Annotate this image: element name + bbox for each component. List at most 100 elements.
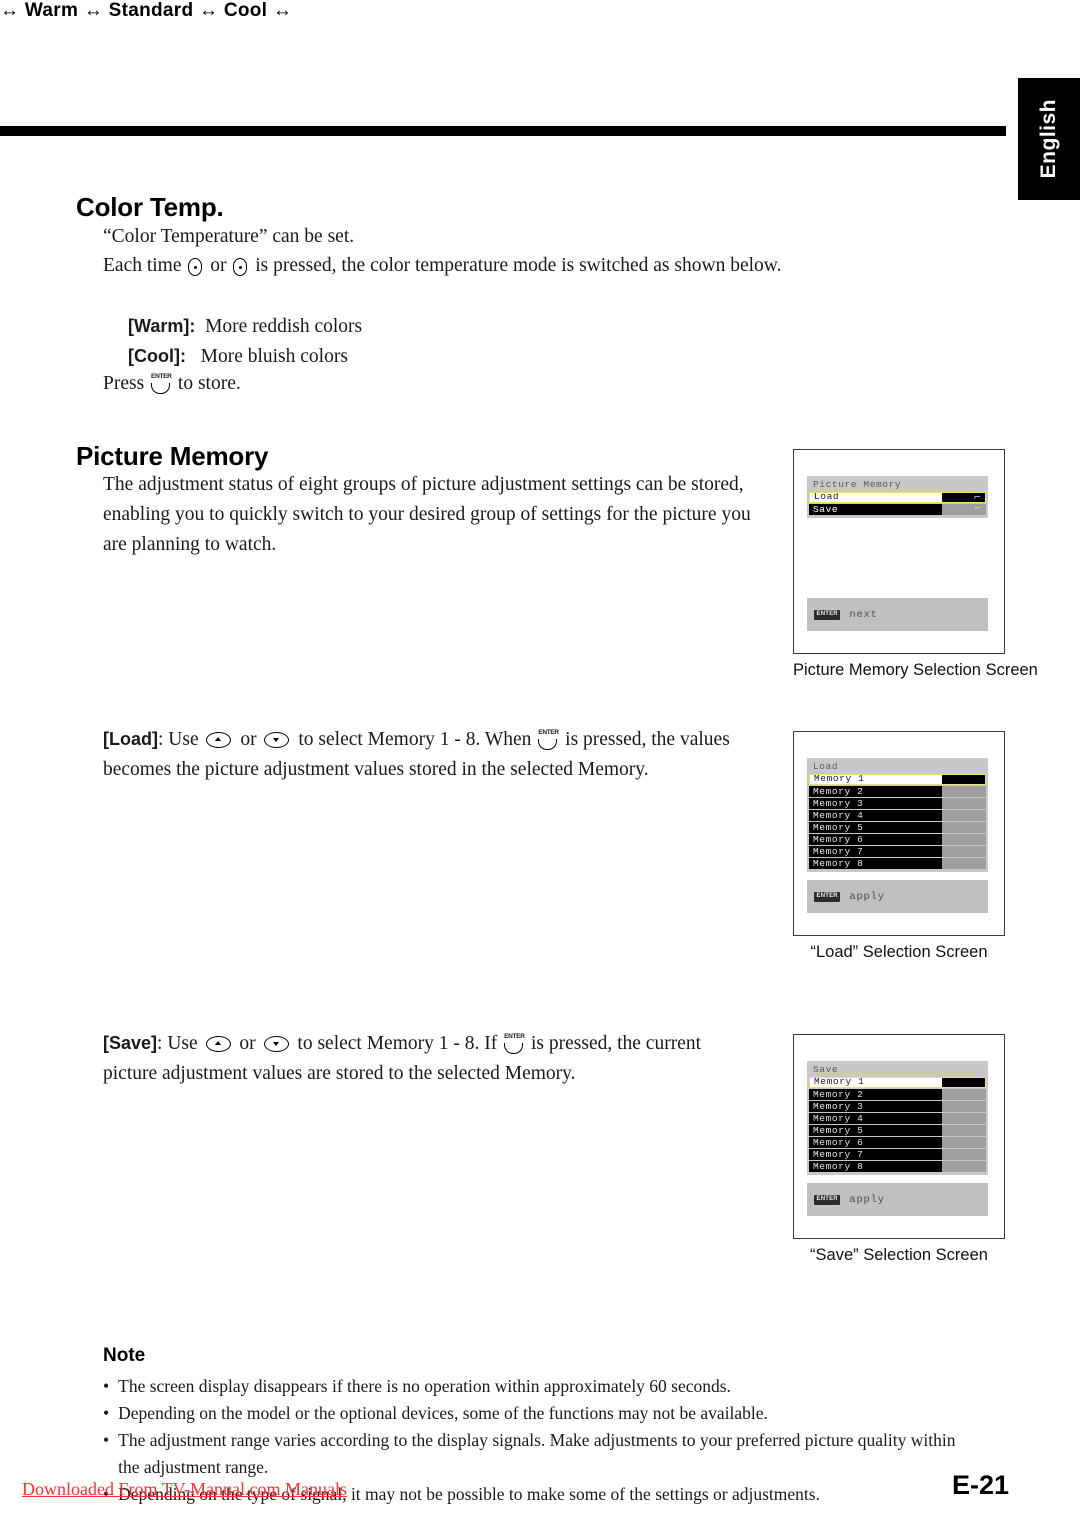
osd-menu-item-value: ⌐: [942, 492, 986, 503]
color-temp-press-row: Press ENTER to store.: [103, 369, 241, 399]
color-temp-warm-desc: More reddish colors: [205, 316, 363, 337]
osd-menu-item[interactable]: Memory 3: [809, 798, 986, 809]
osd-guide-bar-save: ENTER apply: [807, 1183, 988, 1216]
osd-guide-label: next: [849, 608, 878, 621]
osd-panel-load: Load Memory 1 Memory 2 Memory 3 Memory 4 Mem…: [807, 758, 988, 872]
note-item: • Depending on the model or the optional …: [103, 1400, 973, 1427]
osd-menu-item[interactable]: Memory 6: [809, 834, 986, 845]
picture-memory-intro: The adjustment status of eight groups of…: [103, 474, 751, 555]
cursor-down-key-icon: [233, 256, 248, 277]
enter-key-icon-save-label: ENTER: [504, 1033, 525, 1041]
enter-key-icon-load: ENTER: [538, 729, 559, 751]
header-rule: [0, 126, 1006, 136]
note-title: Note: [103, 1345, 146, 1366]
osd-menu-item[interactable]: Memory 4: [809, 1113, 986, 1124]
osd-menu-item-label: Memory 5: [809, 822, 942, 833]
osd-title-load: Load: [809, 760, 986, 773]
osd-title-save: Save: [809, 1063, 986, 1076]
osd-menu-item[interactable]: Memory 6: [809, 1137, 986, 1148]
osd-menu-item[interactable]: Load ⌐: [809, 492, 986, 503]
osd-menu-item-label: Memory 5: [809, 1125, 942, 1136]
osd-menu-item-value: [942, 798, 986, 809]
figure-caption-save: “Save” Selection Screen: [810, 1246, 988, 1264]
osd-menu-item-label: Memory 2: [809, 1089, 942, 1100]
osd-menu-item[interactable]: Memory 2: [809, 786, 986, 797]
page-number: E-21: [952, 1470, 1010, 1500]
color-temp-modes-line: ↔ Warm ↔ Standard ↔ Cool ↔: [0, 0, 293, 21]
figure-picture-memory-screen: Picture Memory Load ⌐ Save ⌐ ENTER next Pic…: [793, 449, 1038, 680]
osd-menu-item-value: [942, 822, 986, 833]
enter-chip-icon-load: ENTER: [814, 891, 841, 902]
osd-menu-item[interactable]: Memory 5: [809, 822, 986, 833]
osd-menu-item-label: Memory 6: [809, 1137, 942, 1148]
osd-menu-item[interactable]: Memory 8: [809, 858, 986, 869]
submenu-arrow-icon: ⌐: [973, 493, 981, 503]
osd-menu-item[interactable]: Memory 2: [809, 1089, 986, 1100]
note-item: • The adjustment range varies according t…: [103, 1427, 973, 1481]
osd-frame-save: Save Memory 1 Memory 2 Memory 3 Memory 4 Mem…: [793, 1034, 1005, 1239]
load-label: [Load]: [103, 729, 158, 749]
osd-menu-item-value: [942, 834, 986, 845]
osd-menu-item[interactable]: Memory 1: [809, 774, 986, 785]
language-tab: English: [1018, 78, 1080, 200]
color-temp-warm-row: [Warm]: More reddish colors: [128, 311, 362, 342]
enter-key-icon-save: ENTER: [504, 1033, 525, 1055]
color-temp-line-2-after: is pressed, the color temperature mode i…: [255, 255, 782, 276]
osd-menu-item-value: [942, 774, 986, 785]
osd-guide-label-save: apply: [849, 1193, 885, 1206]
enter-chip-icon-save: ENTER: [814, 1194, 841, 1205]
osd-panel: Picture Memory Load ⌐ Save ⌐: [807, 476, 988, 518]
osd-row-list-save: Memory 1 Memory 2 Memory 3 Memory 4 Memory 5…: [809, 1077, 986, 1172]
osd-frame-load: Load Memory 1 Memory 2 Memory 3 Memory 4 Mem…: [793, 731, 1005, 936]
osd-row-list-load: Memory 1 Memory 2 Memory 3 Memory 4 Memory 5…: [809, 774, 986, 869]
osd-menu-item[interactable]: Memory 3: [809, 1101, 986, 1112]
osd-menu-item-label: Memory 2: [809, 786, 942, 797]
figure-save-screen: Save Memory 1 Memory 2 Memory 3 Memory 4 Mem…: [793, 1034, 1005, 1265]
osd-menu-item-label: Memory 8: [809, 1161, 942, 1172]
note-bullet-icon: •: [103, 1376, 110, 1396]
osd-menu-item[interactable]: Memory 4: [809, 810, 986, 821]
osd-menu-item-label: Memory 3: [809, 1101, 942, 1112]
color-temp-line-1: “Color Temperature” can be set.: [103, 226, 355, 247]
osd-menu-item[interactable]: Memory 7: [809, 846, 986, 857]
note-bullet-icon: •: [103, 1430, 110, 1450]
color-temp-line-2-before: Each time: [103, 255, 182, 276]
osd-menu-item[interactable]: Memory 1: [809, 1077, 986, 1088]
osd-menu-item-value: [942, 1125, 986, 1136]
section-heading-color-temp: Color Temp.: [76, 192, 224, 222]
color-temp-cool-label: [Cool]:: [128, 346, 186, 366]
osd-menu-item-value: [942, 1161, 986, 1172]
save-text-1: : Use: [157, 1033, 198, 1054]
osd-menu-item-label: Memory 8: [809, 858, 942, 869]
section-heading-picture-memory: Picture Memory: [76, 441, 269, 471]
osd-menu-item-value: [942, 786, 986, 797]
color-temp-line-2: Each time or is pressed, the color tempe…: [103, 251, 823, 281]
osd-menu-item[interactable]: Memory 8: [809, 1161, 986, 1172]
osd-menu-item-value: [942, 1137, 986, 1148]
note-item-text: Depending on the model or the optional d…: [118, 1403, 768, 1423]
osd-menu-item-label: Memory 1: [809, 774, 942, 785]
osd-guide-bar-load: ENTER apply: [807, 880, 988, 913]
note-item-text: The adjustment range varies according to…: [118, 1430, 956, 1477]
osd-menu-item-value: [942, 810, 986, 821]
osd-panel-save: Save Memory 1 Memory 2 Memory 3 Memory 4 Mem…: [807, 1061, 988, 1175]
color-temp-press-before: Press: [103, 373, 145, 394]
load-text-2: to select Memory 1 - 8. When: [298, 729, 532, 750]
osd-menu-item-value: [942, 1113, 986, 1124]
figure-caption-load: “Load” Selection Screen: [810, 943, 988, 961]
memory-down-key-icon-save: [263, 1036, 290, 1053]
osd-menu-item[interactable]: Memory 5: [809, 1125, 986, 1136]
osd-menu-item[interactable]: Save ⌐: [809, 504, 986, 515]
osd-menu-item[interactable]: Memory 7: [809, 1149, 986, 1160]
osd-menu-item-label: Memory 4: [809, 810, 942, 821]
osd-menu-item-value: [942, 1149, 986, 1160]
download-watermark: Downloaded From TV-Manual.com Manuals: [22, 1479, 347, 1499]
osd-menu-item-value: [942, 1089, 986, 1100]
osd-title: Picture Memory: [809, 478, 986, 491]
figure-caption: Picture Memory Selection Screen: [793, 661, 1038, 679]
memory-up-key-icon: [206, 732, 232, 749]
osd-frame: Picture Memory Load ⌐ Save ⌐ ENTER next: [793, 449, 1005, 654]
note-bullet-icon: •: [103, 1403, 110, 1423]
figure-load-screen: Load Memory 1 Memory 2 Memory 3 Memory 4 Mem…: [793, 731, 1005, 962]
save-text-or: or: [239, 1033, 256, 1054]
